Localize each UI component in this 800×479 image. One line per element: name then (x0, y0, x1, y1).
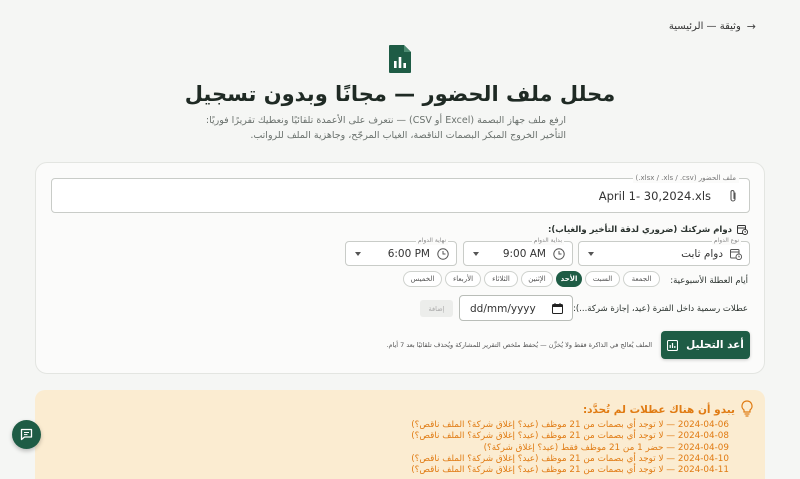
chevron-down-icon (473, 252, 479, 256)
holiday-date-input[interactable]: dd/mm/yyyy (459, 295, 573, 321)
chat-icon (20, 428, 33, 441)
shift-start-value: 9:00 AM (502, 248, 546, 260)
shift-start-select[interactable]: بداية الدوام 9:00 AM (463, 237, 573, 266)
shift-type-select[interactable]: نوع الدوام دوام ثابت (578, 237, 750, 266)
reanalyze-button[interactable]: أعد التحليل (661, 331, 750, 359)
file-name: April 1- 30,2024.xls (598, 189, 711, 203)
page-subtitle: ارفع ملف جهاز البصمة (Excel أو CSV) — نت… (205, 115, 566, 141)
add-holiday-button[interactable]: إضافة (420, 300, 453, 317)
chevron-down-icon (355, 252, 361, 256)
clock-icon (437, 248, 449, 260)
day-chip-wednesday[interactable]: الأربعاء (445, 271, 481, 287)
lightbulb-icon (741, 400, 753, 417)
list-item: 2024-04-08 — لا توجد أي بصمات من 21 موظف… (411, 431, 729, 442)
file-upload-legend: ملف الحضور (xlsx / .xls / .csv.) (632, 173, 739, 183)
day-chip-saturday[interactable]: السبت (585, 271, 620, 287)
day-chip-sunday[interactable]: الأحد (556, 271, 582, 287)
shift-type-legend: نوع الدوام (711, 237, 741, 245)
chat-button[interactable] (12, 420, 41, 449)
clock-icon (553, 248, 565, 260)
list-item: 2024-04-11 — لا توجد أي بصمات من 21 موظف… (411, 465, 729, 476)
list-item: 2024-04-10 — لا توجد أي بصمات من 21 موظف… (411, 453, 729, 464)
holiday-date-placeholder: dd/mm/yyyy (470, 303, 536, 315)
chart-icon (667, 339, 679, 351)
day-chip-monday[interactable]: الإثنين (521, 271, 553, 287)
shift-end-value: 6:00 PM (387, 248, 430, 260)
calendar-clock-icon (737, 225, 748, 235)
file-upload-field[interactable]: ملف الحضور (xlsx / .xls / .csv.) April 1… (51, 173, 750, 213)
privacy-note: الملف يُعالج في الذاكرة فقط ولا يُخزَّن … (386, 341, 652, 349)
back-home-link[interactable]: → وثيقة — الرئيسية (669, 20, 756, 33)
page-title: محلل ملف الحضور — مجانًا وبدون تسجيل (184, 82, 616, 106)
alert-list: 2024-04-06 — لا توجد أي بصمات من 21 موظف… (411, 420, 729, 476)
chevron-down-icon (588, 252, 594, 256)
paperclip-icon (730, 190, 736, 202)
alert-heading: يبدو أن هناك عطلات لم تُحدَّد: (582, 404, 735, 416)
missing-holidays-alert: يبدو أن هناك عطلات لم تُحدَّد: 2024-04-0… (35, 390, 765, 479)
shift-section-label: دوام شركتك (ضروري لدقة التأخير والغياب): (548, 224, 748, 235)
list-item: 2024-04-06 — لا توجد أي بصمات من 21 موظف… (411, 420, 729, 430)
analyzer-form-card: ملف الحضور (xlsx / .xls / .csv.) April 1… (35, 162, 765, 374)
day-chip-thursday[interactable]: الخميس (403, 271, 442, 287)
shift-end-legend: نهاية الدوام (416, 237, 448, 245)
calendar-clock-icon (730, 249, 742, 260)
list-item: 2024-04-09 — حضر 1 من 21 موظف فقط (عيد؟ … (483, 442, 729, 453)
shift-end-select[interactable]: نهاية الدوام 6:00 PM (345, 237, 457, 266)
shift-label-text: دوام شركتك (ضروري لدقة التأخير والغياب): (547, 224, 732, 235)
holidays-label: عطلات رسمية داخل الفترة (عيد، إجازة شركة… (572, 304, 748, 314)
weekend-days-label: أيام العطلة الأسبوعية: (670, 276, 748, 286)
calendar-icon (552, 303, 563, 314)
back-home-label: وثيقة — الرئيسية (668, 21, 741, 32)
day-chip-friday[interactable]: الجمعة (623, 271, 660, 287)
day-chip-tuesday[interactable]: الثلاثاء (484, 271, 518, 287)
arrow-right-icon: → (746, 20, 756, 33)
report-chart-icon (389, 45, 411, 73)
shift-type-value: دوام ثابت (681, 248, 723, 260)
reanalyze-label: أعد التحليل (686, 339, 744, 351)
shift-start-legend: بداية الدوام (531, 237, 564, 245)
